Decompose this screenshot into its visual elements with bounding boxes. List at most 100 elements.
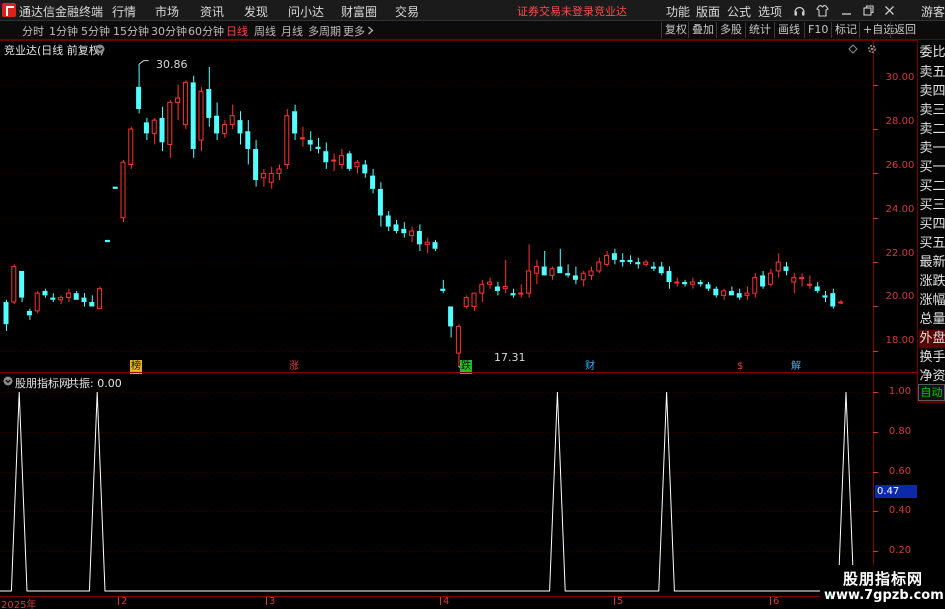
candle-down: [619, 259, 625, 263]
candle-up: [455, 325, 461, 354]
minimize-icon[interactable]: [840, 4, 853, 17]
settings-gear-icon[interactable]: [866, 43, 878, 55]
candle-down: [541, 266, 547, 276]
period-monthly[interactable]: 月线: [281, 23, 303, 39]
candle-up: [58, 297, 64, 301]
auto-button[interactable]: 自动: [918, 384, 945, 401]
sidebar-item-latest[interactable]: 最新: [919, 254, 945, 272]
restore-icon[interactable]: [862, 4, 875, 17]
period-15min[interactable]: 15分钟: [113, 23, 149, 39]
menu-zixun[interactable]: 资讯: [200, 3, 224, 20]
guest-label[interactable]: 游客: [921, 3, 945, 20]
sidebar-item-outer[interactable]: 外盘: [919, 330, 945, 348]
diamond-icon[interactable]: [848, 44, 858, 54]
sidebar-item-turnover[interactable]: 换手: [919, 349, 945, 367]
date-tick: [440, 597, 441, 605]
candle-up: [120, 161, 126, 219]
period-daily[interactable]: 日线: [226, 23, 248, 39]
candle-down: [783, 266, 789, 271]
sidebar-item-buy2[interactable]: 买二: [919, 178, 945, 196]
candle-down: [315, 146, 321, 149]
candle-up: [791, 277, 797, 283]
candle-up: [775, 261, 781, 272]
sidebar-item-change-pct[interactable]: 涨幅: [919, 292, 945, 310]
btn-fuquan[interactable]: 复权: [661, 22, 690, 38]
candle-up: [580, 272, 586, 281]
menubar: 通达信金融终端 行情 市场 资讯 发现 问小达 财富圈 交易 证券交易未登录 竞…: [0, 0, 945, 21]
menu-gongneng[interactable]: 功能: [666, 3, 690, 20]
period-fenshi[interactable]: 分时: [22, 23, 44, 39]
headset-icon[interactable]: [793, 4, 806, 17]
menu-jiaoyi[interactable]: 交易: [395, 3, 419, 20]
candle-down: [26, 310, 32, 316]
sidebar-item-sell4[interactable]: 卖四: [919, 83, 945, 101]
chevron-down-circle-icon[interactable]: [3, 376, 13, 386]
menu-caifuquan[interactable]: 财富圈: [341, 3, 377, 20]
sidebar-item-volume[interactable]: 总量: [919, 311, 945, 329]
sidebar-item-buy1[interactable]: 买一: [919, 159, 945, 177]
btn-tongji[interactable]: 统计: [745, 22, 774, 38]
chevron-right-icon[interactable]: [367, 26, 374, 35]
watermark-url: www.7gpzb.com: [824, 588, 944, 603]
candle-down: [81, 297, 87, 303]
sidebar-item-sell2[interactable]: 卖二: [919, 121, 945, 139]
sidebar-item-sell5[interactable]: 卖五: [919, 64, 945, 82]
candle-down: [112, 186, 118, 189]
candle-up: [331, 159, 337, 162]
sidebar-item-buy4[interactable]: 买四: [919, 216, 945, 234]
candle-down: [736, 293, 742, 298]
period-60min[interactable]: 60分钟: [188, 23, 224, 39]
candle-down: [440, 288, 446, 291]
period-weekly[interactable]: 周线: [254, 23, 276, 39]
menu-shichang[interactable]: 市场: [155, 3, 179, 20]
sidebar-item-sell3[interactable]: 卖三: [919, 102, 945, 120]
menu-gongshi[interactable]: 公式: [727, 3, 751, 20]
close-icon[interactable]: [883, 4, 896, 17]
candle-up: [409, 230, 415, 236]
chevron-down-circle-icon[interactable]: [95, 44, 105, 54]
menu-xuanxiang[interactable]: 选项: [758, 3, 782, 20]
candle-up: [34, 292, 40, 312]
btn-f10[interactable]: F10: [804, 22, 831, 38]
btn-biaoji[interactable]: 标记: [831, 22, 860, 38]
candle-down: [323, 151, 329, 163]
sidebar-item-buy5[interactable]: 买五: [919, 235, 945, 253]
sidebar-item-change[interactable]: 涨跌: [919, 273, 945, 291]
date-tick: [118, 597, 119, 605]
indicator-axis-label: 0.20: [888, 545, 912, 556]
period-5min[interactable]: 5分钟: [81, 23, 110, 39]
indicator-chart[interactable]: [0, 372, 917, 597]
indicator-axis-label: 0.60: [888, 466, 912, 477]
btn-diejia[interactable]: 叠加: [688, 22, 717, 38]
login-notice[interactable]: 证券交易未登录: [517, 3, 594, 19]
candle-up: [268, 172, 274, 183]
high-leader: [138, 60, 149, 66]
candle-down: [814, 286, 820, 291]
high-marker: 30.86: [156, 58, 188, 71]
sidebar-item-sell1[interactable]: 卖一: [919, 140, 945, 158]
period-multi[interactable]: 多周期: [308, 23, 341, 39]
btn-back[interactable]: 返回: [890, 22, 919, 38]
candle-down: [42, 290, 48, 296]
candle-down: [666, 270, 672, 283]
candle-down: [385, 215, 391, 227]
btn-huaxian[interactable]: 画线: [774, 22, 803, 38]
candle-down: [728, 290, 734, 296]
shirt-icon[interactable]: [816, 4, 829, 17]
menu-wenxiaoda[interactable]: 问小达: [288, 3, 324, 20]
menu-faxian[interactable]: 发现: [244, 3, 268, 20]
candle-up: [502, 285, 508, 290]
candle-up: [838, 301, 844, 304]
candle-up: [674, 281, 680, 284]
candle-down: [50, 297, 56, 300]
sidebar-item-weibi[interactable]: 委比: [919, 44, 945, 62]
period-more[interactable]: 更多: [343, 23, 365, 39]
menu-hangqing[interactable]: 行情: [112, 3, 136, 20]
menu-banmian[interactable]: 版面: [696, 3, 720, 20]
sidebar-item-buy3[interactable]: 买三: [919, 197, 945, 215]
kline-chart[interactable]: [0, 40, 917, 373]
period-30min[interactable]: 30分钟: [151, 23, 187, 39]
period-1min[interactable]: 1分钟: [49, 23, 78, 39]
btn-duogu[interactable]: 多股: [716, 22, 745, 38]
candle-up: [596, 261, 602, 272]
